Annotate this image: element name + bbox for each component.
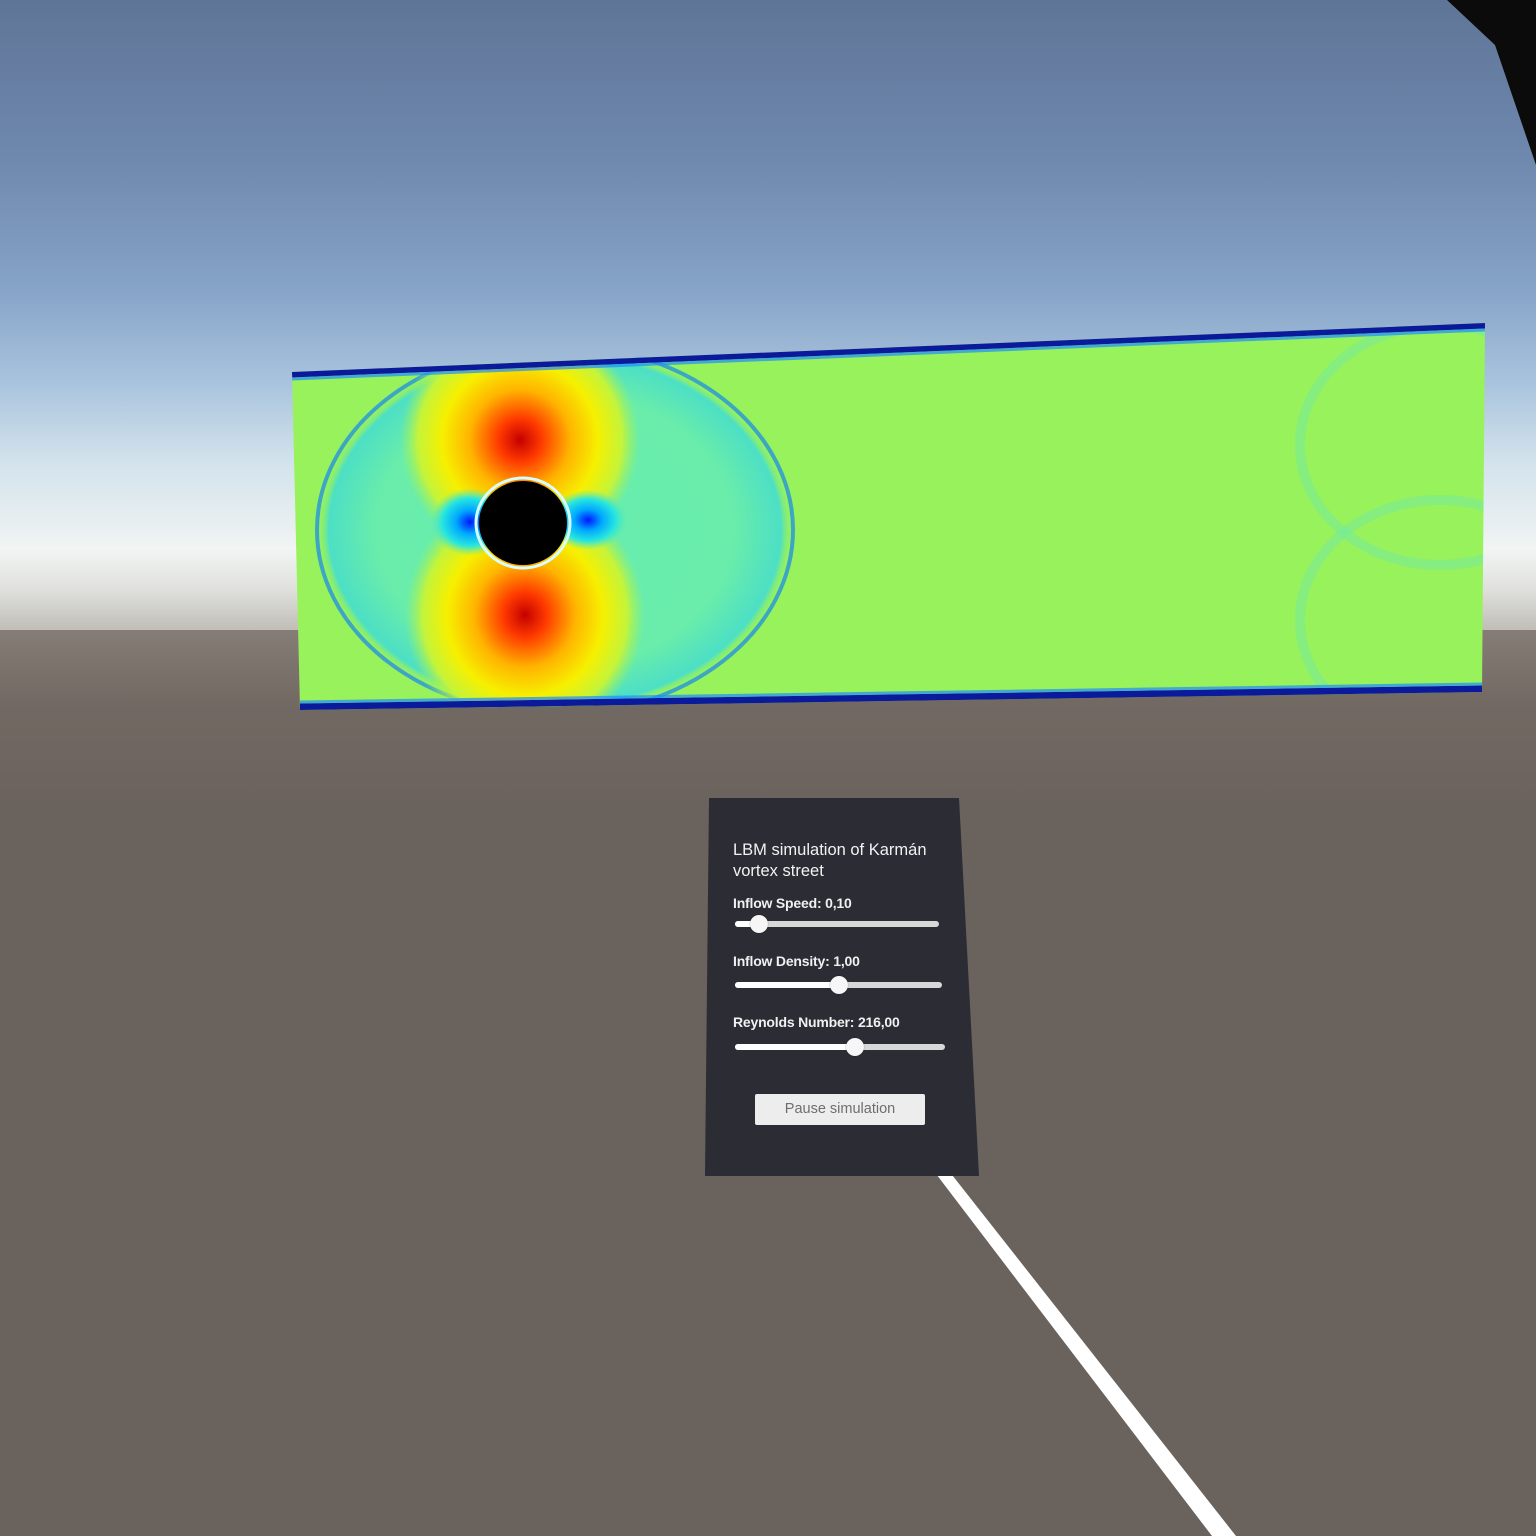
inflow-density-value: 1,00 xyxy=(833,953,860,969)
inflow-density-fill xyxy=(735,982,839,988)
controller-pointer-ray xyxy=(898,1124,1236,1536)
inflow-speed-label-text: Inflow Speed: xyxy=(733,895,822,911)
inflow-speed-value: 0,10 xyxy=(825,895,852,911)
inflow-speed-label: Inflow Speed: 0,10 xyxy=(733,895,852,911)
inflow-density-label: Inflow Density: 1,00 xyxy=(733,953,860,969)
inflow-speed-handle[interactable] xyxy=(750,915,769,933)
reynolds-number-value: 216,00 xyxy=(857,1014,900,1030)
reynolds-number-handle[interactable] xyxy=(845,1038,864,1056)
simulation-display xyxy=(292,0,1536,1536)
inflow-density-handle[interactable] xyxy=(829,976,848,994)
reynolds-number-slider[interactable] xyxy=(735,1038,945,1056)
reynolds-number-label: Reynolds Number: 216,00 xyxy=(733,1014,900,1030)
inflow-density-slider[interactable] xyxy=(735,976,942,994)
inflow-density-label-text: Inflow Density: xyxy=(733,953,830,969)
inflow-speed-slider[interactable] xyxy=(735,915,939,933)
control-panel: LBM simulation of Karmán vortex street I… xyxy=(705,798,979,1176)
reynolds-number-label-text: Reynolds Number: xyxy=(733,1014,855,1030)
headset-lens-edge xyxy=(1447,0,1536,165)
vr-scene: LBM simulation of Karmán vortex street I… xyxy=(0,0,1536,1536)
pause-simulation-button[interactable]: Pause simulation xyxy=(755,1094,925,1125)
cylinder-obstacle xyxy=(479,481,567,565)
reynolds-number-fill xyxy=(735,1044,855,1050)
panel-title: LBM simulation of Karmán vortex street xyxy=(733,841,927,880)
